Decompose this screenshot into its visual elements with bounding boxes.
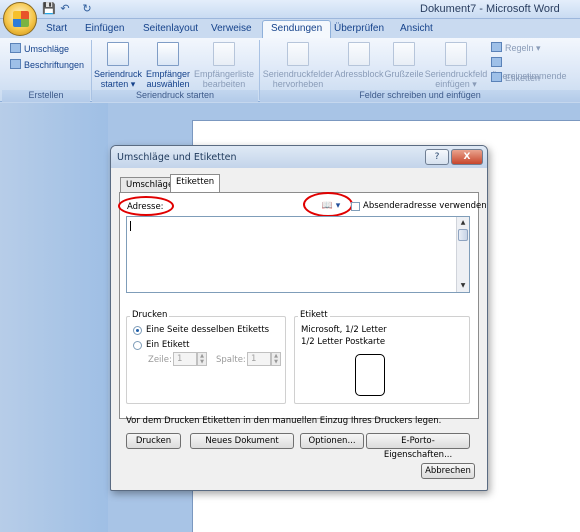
empfaengerliste-bearbeiten-button[interactable]: Empfängerliste bearbeiten [193,42,255,89]
umschlaege-button[interactable]: Umschläge [10,43,69,56]
absender-label: Absenderadresse verwenden [363,201,487,211]
beschriftungen-label: Beschriftungen [24,60,85,70]
address-block-icon [348,42,370,66]
etiketten-aktualisieren-button[interactable]: Etiketten aktualisier [491,72,580,85]
regeln-button[interactable]: Regeln ▾ [491,42,541,55]
seriendruck-starten-line2: starten ▾ [100,79,136,89]
etikett-group-label: Etikett [298,310,330,320]
etikett-line1: Microsoft, 1/2 Letter [301,325,387,335]
abbrechen-button[interactable]: Abbrechen [421,463,475,479]
spalte-stepper[interactable]: ▲ ▼ [271,352,281,366]
redo-icon[interactable]: ↻ [80,2,94,16]
radio-ein-etikett[interactable] [133,341,142,350]
document-merge-icon [107,42,129,66]
hervorheben-line2: hervorheben [272,79,324,89]
save-icon[interactable]: 💾 [42,2,56,16]
insert-field-icon [445,42,467,66]
seriendruckfelder-hervorheben-button[interactable]: Seriendruckfelder hervorheben [262,42,334,89]
uebereinstimmende-button[interactable]: Übereinstimmende [491,57,580,81]
zeile-label: Zeile: [148,355,172,365]
greeting-line-icon [393,42,415,66]
update-labels-icon [491,72,502,82]
group-label-seriendruck: Seriendruck starten [92,90,258,102]
recipients-icon [157,42,179,66]
tab-verweise[interactable]: Verweise [211,21,252,38]
tab-einfuegen[interactable]: Einfügen [85,21,124,38]
scroll-down-icon[interactable]: ▼ [457,280,469,291]
e-porto-button[interactable]: E-Porto-Eigenschaften... [366,433,470,460]
office-button[interactable] [3,2,37,36]
umschlaege-label: Umschläge [24,44,70,54]
undo-icon[interactable]: ↶ [58,2,72,16]
neues-dokument-button[interactable]: Neues Dokument [190,433,294,449]
grusszeile-label: Grußzeile [384,69,424,79]
text-cursor [130,221,131,231]
rules-icon [491,42,502,52]
empfaengerliste-line1: Empfängerliste [193,69,255,79]
radio-eine-seite[interactable] [133,326,142,335]
address-scrollbar[interactable]: ▲ ▼ [456,217,469,292]
address-textarea[interactable] [126,216,470,293]
window-title: Dokument7 - Microsoft Word [420,3,560,15]
empfaengerliste-line2: bearbeiten [202,79,246,89]
absender-checkbox[interactable] [351,202,360,211]
close-button[interactable]: X [451,149,483,165]
grusszeile-button[interactable]: Grußzeile [384,42,424,79]
adressblock-label: Adressblock [334,69,384,79]
labels-icon [10,59,21,69]
zeile-stepper[interactable]: ▲ ▼ [197,352,207,366]
regeln-label: Regeln ▾ [505,43,541,53]
red-annotation-circle [118,196,174,216]
envelopes-labels-dialog: Umschläge und Etiketten ? X Umschläge Et… [110,145,488,491]
drucken-group-label: Drucken [130,310,170,320]
group-label-felder: Felder schreiben und einfügen [260,90,580,102]
office-logo-icon [13,11,29,27]
help-button[interactable]: ? [425,149,449,165]
spalte-input[interactable]: 1 [247,352,271,366]
adressblock-button[interactable]: Adressblock [334,42,384,79]
optionen-button[interactable]: Optionen... [300,433,364,449]
edit-list-icon [213,42,235,66]
envelope-icon [10,43,21,53]
tab-start[interactable]: Start [46,21,67,38]
tab-sendungen[interactable]: Sendungen [262,20,332,39]
scroll-up-icon[interactable]: ▲ [457,217,469,228]
hervorheben-line1: Seriendruckfelder [262,69,334,79]
drucken-button[interactable]: Drucken [126,433,181,449]
tab-ansicht[interactable]: Ansicht [400,21,433,38]
empfaenger-line1: Empfänger [145,69,191,79]
highlight-fields-icon [287,42,309,66]
tab-seitenlayout[interactable]: Seitenlayout [143,21,198,38]
spalte-label: Spalte: [216,355,246,365]
einfuegen-line1: Seriendruckfeld [424,69,488,79]
group-label-erstellen: Erstellen [2,90,90,102]
einfuegen-line2: einfügen ▾ [435,79,477,89]
tab-ueberpruefen[interactable]: Überprüfen [334,21,384,38]
seriendruck-starten-button[interactable]: Seriendruck starten ▾ [94,42,142,89]
etikett-line2: 1/2 Letter Postkarte [301,337,386,347]
radio-eine-seite-label: Eine Seite desselben Etiketts [146,325,270,335]
match-fields-icon [491,57,502,67]
radio-ein-etikett-label: Ein Etikett [146,340,190,350]
red-annotation-circle [303,192,353,217]
label-preview-icon[interactable] [355,354,385,396]
scroll-thumb[interactable] [458,229,468,241]
left-margin-area [0,103,108,532]
tab-etiketten[interactable]: Etiketten [170,174,221,193]
beschriftungen-button[interactable]: Beschriftungen [10,59,84,72]
seriendruck-starten-line1: Seriendruck [94,69,143,79]
zeile-input[interactable]: 1 [173,352,197,366]
seriendruckfeld-einfuegen-button[interactable]: Seriendruckfeld einfügen ▾ [424,42,488,89]
hint-text: Vor dem Drucken Etiketten in den manuell… [126,416,442,426]
